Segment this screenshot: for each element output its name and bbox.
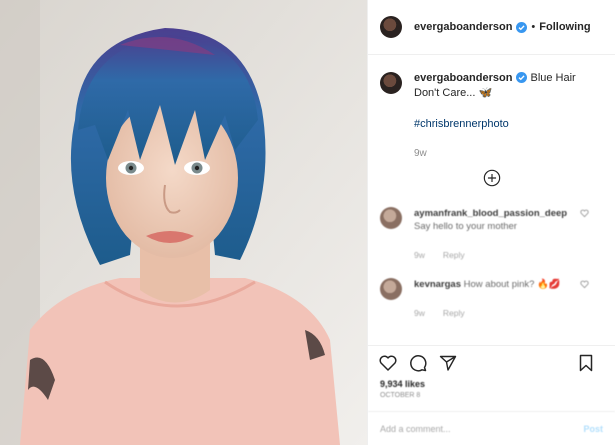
avatar[interactable] xyxy=(380,16,402,38)
avatar[interactable] xyxy=(380,278,402,300)
verified-badge-icon xyxy=(516,72,528,83)
hashtag-link[interactable]: #chrisbrennerphoto xyxy=(414,117,603,132)
comment-text: Say hello to your mother xyxy=(414,221,517,232)
caption: evergaboanderson Blue Hair Don't Care...… xyxy=(380,71,603,161)
avatar[interactable] xyxy=(380,72,402,94)
comment-text: How about pink? 🔥💋 xyxy=(463,279,561,290)
comment-time: 9w xyxy=(414,308,425,318)
comment-item: kevnargas How about pink? 🔥💋 9w Reply xyxy=(380,278,603,320)
post-header: evergaboanderson • Following xyxy=(368,0,615,55)
like-comment-icon[interactable] xyxy=(580,280,589,289)
comment-icon[interactable] xyxy=(408,353,428,373)
comment-username[interactable]: aymanfrank_blood_passion_deep xyxy=(414,208,567,219)
action-bar xyxy=(368,345,615,379)
post-photo[interactable] xyxy=(0,0,367,445)
heart-icon[interactable] xyxy=(378,353,398,373)
add-comment-bar: Add a comment... Post xyxy=(368,411,615,445)
like-comment-icon[interactable] xyxy=(580,209,589,218)
reply-button[interactable]: Reply xyxy=(443,250,465,260)
post-dialog: evergaboanderson • Following evergaboand… xyxy=(0,0,615,445)
bookmark-icon[interactable] xyxy=(577,353,595,373)
comment-username[interactable]: kevnargas xyxy=(414,279,461,290)
post-comment-button[interactable]: Post xyxy=(583,424,603,434)
post-date: OCTOBER 8 xyxy=(380,392,421,399)
likes-count[interactable]: 9,934 likes xyxy=(368,379,615,389)
comment-input[interactable]: Add a comment... xyxy=(380,424,451,434)
caption-username[interactable]: evergaboanderson xyxy=(414,72,512,84)
comments-area: evergaboanderson Blue Hair Don't Care...… xyxy=(368,55,615,345)
following-button[interactable]: Following xyxy=(539,21,590,33)
post-sidebar: evergaboanderson • Following evergaboand… xyxy=(367,0,615,445)
avatar[interactable] xyxy=(380,207,402,229)
comment-item: aymanfrank_blood_passion_deep Say hello … xyxy=(380,207,603,262)
share-icon[interactable] xyxy=(438,353,458,373)
portrait-image xyxy=(0,0,367,445)
verified-badge-icon xyxy=(516,21,528,33)
reply-button[interactable]: Reply xyxy=(443,308,465,318)
header-username[interactable]: evergaboanderson xyxy=(414,21,512,33)
load-more-comments-icon[interactable] xyxy=(483,169,501,187)
separator-dot: • xyxy=(531,21,536,33)
caption-time: 9w xyxy=(414,148,427,159)
comment-time: 9w xyxy=(414,250,425,260)
